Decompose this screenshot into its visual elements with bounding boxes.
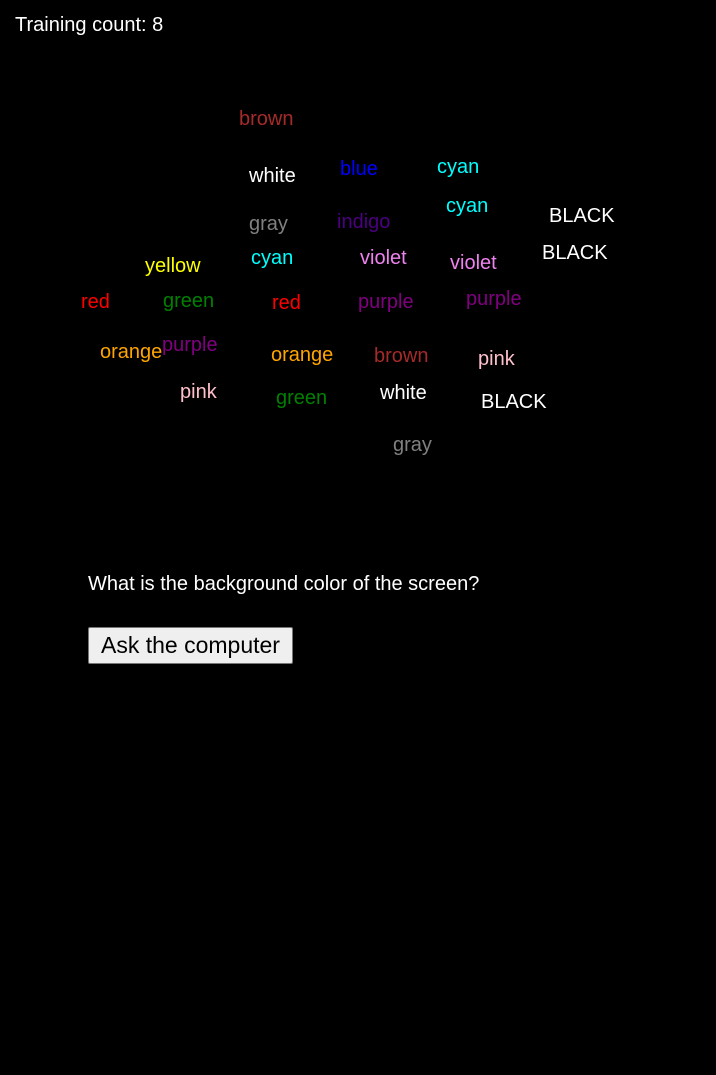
color-word: indigo xyxy=(337,211,391,233)
color-word: gray xyxy=(249,213,288,235)
color-word: orange xyxy=(100,341,163,363)
color-word: BLACK xyxy=(481,391,547,413)
color-word-cloud: brown white blue cyan gray indigo cyan B… xyxy=(0,0,716,520)
color-word: pink xyxy=(180,381,217,403)
color-word: blue xyxy=(340,158,378,180)
color-word: gray xyxy=(393,434,432,456)
color-word: white xyxy=(380,382,427,404)
color-word: cyan xyxy=(251,247,294,269)
ask-the-computer-button[interactable]: Ask the computer xyxy=(88,627,293,664)
color-word: red xyxy=(272,292,301,314)
color-word: green xyxy=(163,290,215,312)
color-word: violet xyxy=(360,247,407,269)
color-word: violet xyxy=(450,252,497,274)
color-word: purple xyxy=(162,334,218,356)
color-word: yellow xyxy=(145,255,201,277)
color-word: purple xyxy=(358,291,414,313)
color-word: red xyxy=(81,291,110,313)
color-word: green xyxy=(276,387,328,409)
color-word: cyan xyxy=(446,195,489,217)
question-text: What is the background color of the scre… xyxy=(88,573,480,595)
color-word: cyan xyxy=(437,156,480,178)
color-word: purple xyxy=(466,288,522,310)
color-word: brown xyxy=(374,345,429,367)
color-word: orange xyxy=(271,344,334,366)
color-word: pink xyxy=(478,348,515,370)
color-word: brown xyxy=(239,108,294,130)
color-word: BLACK xyxy=(542,242,608,264)
color-word: white xyxy=(249,165,296,187)
color-word: BLACK xyxy=(549,205,615,227)
